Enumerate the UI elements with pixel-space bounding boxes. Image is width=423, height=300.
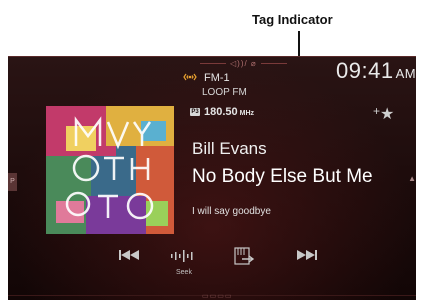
next-track-icon [296,249,318,266]
previous-button[interactable] [118,248,140,262]
frequency-value: 180.50 [204,106,238,118]
album-name: I will say goodbye [192,206,271,217]
callout-pointer-line [298,31,300,59]
tag-indicator-callout: Tag Indicator [252,12,333,27]
frequency-unit: MHz [239,110,255,117]
clock-ampm: AM [395,66,416,81]
side-arrow-icon[interactable]: ▲ [408,174,416,183]
clock: 09:41 AM [336,58,416,84]
tag-mode-icon [234,247,256,271]
station-name: LOOP FM [202,87,247,98]
track-title: No Body Else But Me [192,166,373,187]
top-divider [8,56,416,57]
add-favorite-star-icon: +★ [373,104,395,123]
previous-track-icon [118,249,140,266]
top-status-icons: ◁))/ ⌀ [196,59,291,68]
album-art [46,106,174,234]
seek-button[interactable] [170,249,194,263]
bottom-indicator: ▭▭▭▭ [202,293,233,300]
add-favorite-button[interactable]: +★ [373,104,394,124]
seek-icon [170,250,194,267]
preset-badge: P3 [190,108,200,116]
frequency: 180.50 MHz [204,106,254,118]
side-panel-tab[interactable]: P [8,173,17,191]
seek-label: Seek [176,269,192,276]
artist-name: Bill Evans [192,139,267,158]
tag-mode-button[interactable] [234,247,256,267]
broadcast-icon [183,72,197,84]
next-button[interactable] [296,248,318,262]
clock-time: 09:41 [336,58,394,83]
band-label: FM-1 [204,72,230,84]
head-unit-screen: ◁))/ ⌀ 09:41 AM FM-1 LOOP FM P3 180.50 MHz… [8,56,416,300]
